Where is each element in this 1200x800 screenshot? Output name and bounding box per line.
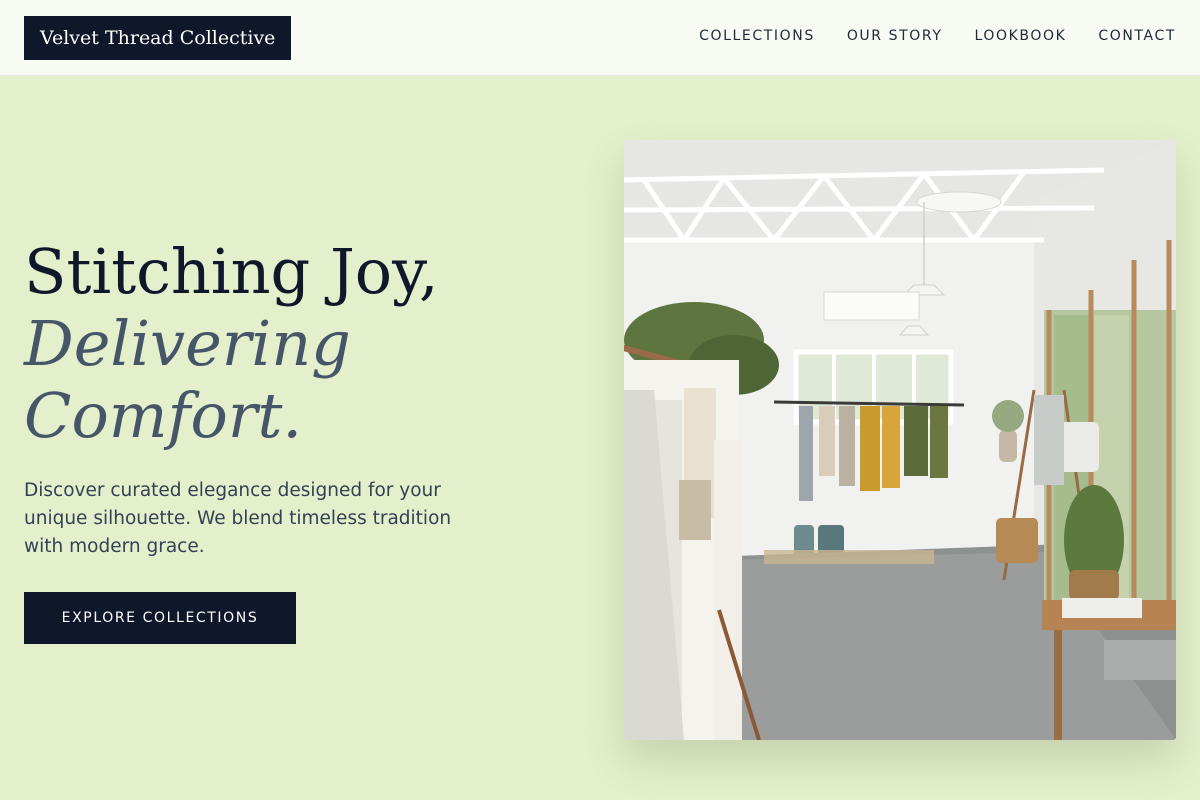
- nav-item-lookbook[interactable]: LOOKBOOK: [975, 26, 1067, 46]
- brand-logo[interactable]: Velvet Thread Collective: [24, 16, 292, 60]
- hero-section: Stitching Joy, Delivering Comfort.: [24, 236, 584, 452]
- main-nav: COLLECTIONS OUR STORY LOOKBOOK CONTACT: [699, 26, 1176, 46]
- nav-item-our-story[interactable]: OUR STORY: [847, 26, 943, 46]
- hero-store-image: [624, 140, 1176, 740]
- nav-item-collections[interactable]: COLLECTIONS: [699, 26, 815, 46]
- hero-headline: Stitching Joy, Delivering Comfort.: [24, 236, 584, 452]
- headline-line-1: Stitching Joy,: [24, 235, 439, 308]
- explore-collections-button[interactable]: EXPLORE COLLECTIONS: [24, 592, 296, 644]
- store-interior-illustration: [624, 140, 1176, 740]
- nav-item-contact[interactable]: CONTACT: [1098, 26, 1176, 46]
- headline-line-2: Delivering: [24, 307, 351, 380]
- hero-description: Discover curated elegance designed for y…: [24, 480, 452, 557]
- site-header: Velvet Thread Collective COLLECTIONS OUR…: [0, 0, 1200, 76]
- headline-line-3: Comfort.: [24, 379, 303, 452]
